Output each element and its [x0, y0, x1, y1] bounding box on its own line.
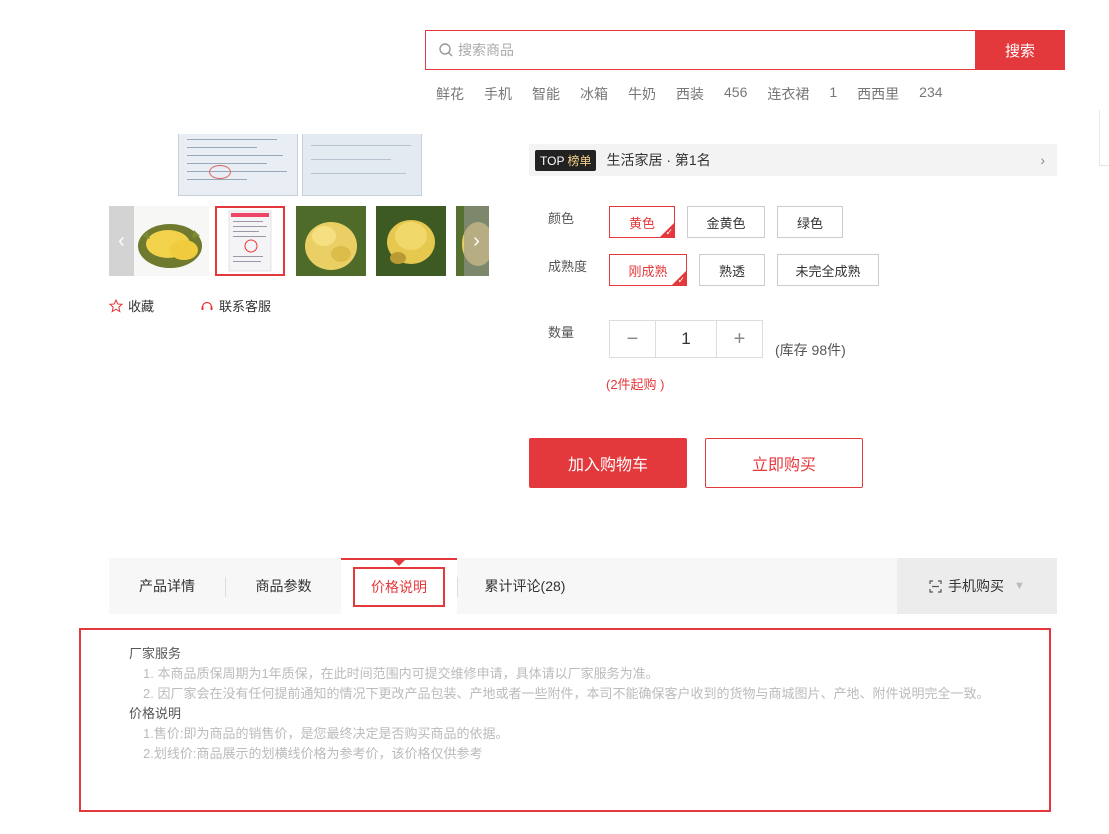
thumbnail[interactable] — [134, 206, 209, 276]
hot-keyword[interactable]: 456 — [724, 84, 747, 104]
hot-keyword[interactable]: 冰箱 — [580, 84, 608, 104]
favorite-label: 收藏 — [128, 299, 155, 314]
min-purchase-text: (2件起购 ) — [606, 377, 665, 392]
price-explanation-panel: 厂家服务 1. 本商品质保周期为1年质保，在此时间范围内可提交维修申请，具体请以… — [79, 628, 1051, 812]
hot-keyword[interactable]: 234 — [919, 84, 942, 104]
ranking-bar[interactable]: TOP 榜单 生活家居 · 第1名 › — [529, 144, 1057, 176]
ripeness-option[interactable]: 熟透 — [699, 254, 765, 286]
add-to-cart-button[interactable]: 加入购物车 — [529, 438, 687, 488]
thumbnail[interactable] — [376, 206, 446, 276]
product-actions: 收藏 联系客服 — [109, 296, 317, 315]
stamp-mark — [209, 165, 231, 179]
search-icon — [439, 43, 453, 57]
check-icon: ✓ — [677, 275, 685, 285]
favorite-button[interactable]: 收藏 — [109, 296, 154, 315]
document-page-image — [178, 134, 298, 196]
tab-price-explanation[interactable]: 价格说明 — [341, 558, 457, 614]
hot-keyword[interactable]: 牛奶 — [628, 84, 656, 104]
mobile-buy-label: 手机购买 — [948, 578, 1005, 594]
hot-keyword[interactable]: 西西里 — [857, 84, 899, 104]
quantity-input[interactable]: 1 — [655, 321, 717, 357]
thumbnail[interactable] — [296, 206, 366, 276]
search-bar: 搜索 — [425, 30, 1065, 70]
color-option[interactable]: 金黄色 — [687, 206, 765, 238]
paragraph: 1. 本商品质保周期为1年质保，在此时间范围内可提交维修申请，具体请以厂家服务为… — [143, 666, 659, 681]
section-heading: 厂家服务 — [129, 646, 182, 661]
durian-image — [376, 206, 446, 276]
ripeness-label: 成熟度 — [548, 259, 588, 274]
ranking-text: 生活家居 · 第1名 — [606, 152, 711, 168]
contact-service-label: 联系客服 — [219, 299, 272, 314]
increase-button[interactable]: + — [717, 321, 762, 357]
decrease-button[interactable]: − — [610, 321, 655, 357]
search-button[interactable]: 搜索 — [975, 30, 1065, 70]
chevron-right-icon: › — [473, 229, 480, 252]
tab-product-params[interactable]: 商品参数 — [226, 558, 341, 614]
color-option[interactable]: 黄色 ✓ — [609, 206, 675, 238]
certificate-image — [217, 208, 283, 274]
paragraph: 2. 因厂家会在没有任何提前通知的情况下更改产品包装、产地或者一些附件，本司不能… — [143, 686, 990, 701]
headset-icon — [201, 301, 213, 310]
thumb-prev-button[interactable]: ‹ — [109, 206, 134, 276]
ripeness-option[interactable]: 未完全成熟 — [777, 254, 879, 286]
document-page-image — [302, 134, 422, 196]
star-icon — [109, 298, 123, 313]
durian-image — [134, 206, 209, 276]
paragraph: 1.售价:即为商品的销售价，是您最终决定是否购买商品的依据。 — [143, 726, 509, 741]
thumbnail-strip: ‹ › — [109, 206, 489, 276]
search-input[interactable] — [458, 42, 938, 58]
section-heading: 价格说明 — [129, 706, 182, 721]
top-badge: TOP 榜单 — [535, 149, 597, 171]
check-icon: ✓ — [665, 227, 673, 237]
caret-down-icon — [393, 560, 405, 566]
tab-reviews[interactable]: 累计评论(28) — [458, 558, 592, 614]
qrcode-icon — [929, 579, 942, 593]
hot-keyword[interactable]: 西装 — [676, 84, 704, 104]
tab-label: 价格说明 — [353, 567, 445, 607]
buy-now-button[interactable]: 立即购买 — [705, 438, 863, 488]
ripeness-option[interactable]: 刚成熟 ✓ — [609, 254, 687, 286]
quantity-stepper: − 1 + — [609, 320, 763, 358]
hot-keyword[interactable]: 鲜花 — [436, 84, 464, 104]
mobile-buy-button[interactable]: 手机购买 ▼ — [897, 558, 1057, 614]
caret-down-icon: ▼ — [1014, 580, 1025, 592]
hot-keyword[interactable]: 1 — [829, 84, 837, 104]
color-option[interactable]: 绿色 — [777, 206, 843, 238]
hot-keyword[interactable]: 智能 — [532, 84, 560, 104]
search-box[interactable] — [425, 30, 975, 70]
hot-keyword[interactable]: 连衣裙 — [767, 84, 809, 104]
main-product-image — [176, 134, 422, 196]
thumbnail[interactable] — [215, 206, 285, 276]
chevron-left-icon: ‹ — [118, 229, 125, 252]
detail-tabs: 产品详情 商品参数 价格说明 累计评论(28) 手机购买 ▼ — [109, 558, 1057, 614]
contact-service-button[interactable]: 联系客服 — [200, 296, 271, 315]
color-label: 颜色 — [548, 211, 575, 226]
stock-text: (库存 98件) — [775, 342, 846, 358]
hot-keyword[interactable]: 手机 — [484, 84, 512, 104]
side-panel-edge — [1099, 110, 1109, 166]
hot-keywords: 鲜花 手机 智能 冰箱 牛奶 西装 456 连衣裙 1 西西里 234 — [436, 84, 963, 104]
paragraph: 2.划线价:商品展示的划横线价格为参考价，该价格仅供参考 — [143, 746, 483, 761]
tab-product-detail[interactable]: 产品详情 — [109, 558, 225, 614]
chevron-right-icon: › — [1040, 152, 1045, 168]
thumb-next-button[interactable]: › — [464, 206, 489, 276]
durian-image — [296, 206, 366, 276]
quantity-label: 数量 — [548, 325, 575, 340]
